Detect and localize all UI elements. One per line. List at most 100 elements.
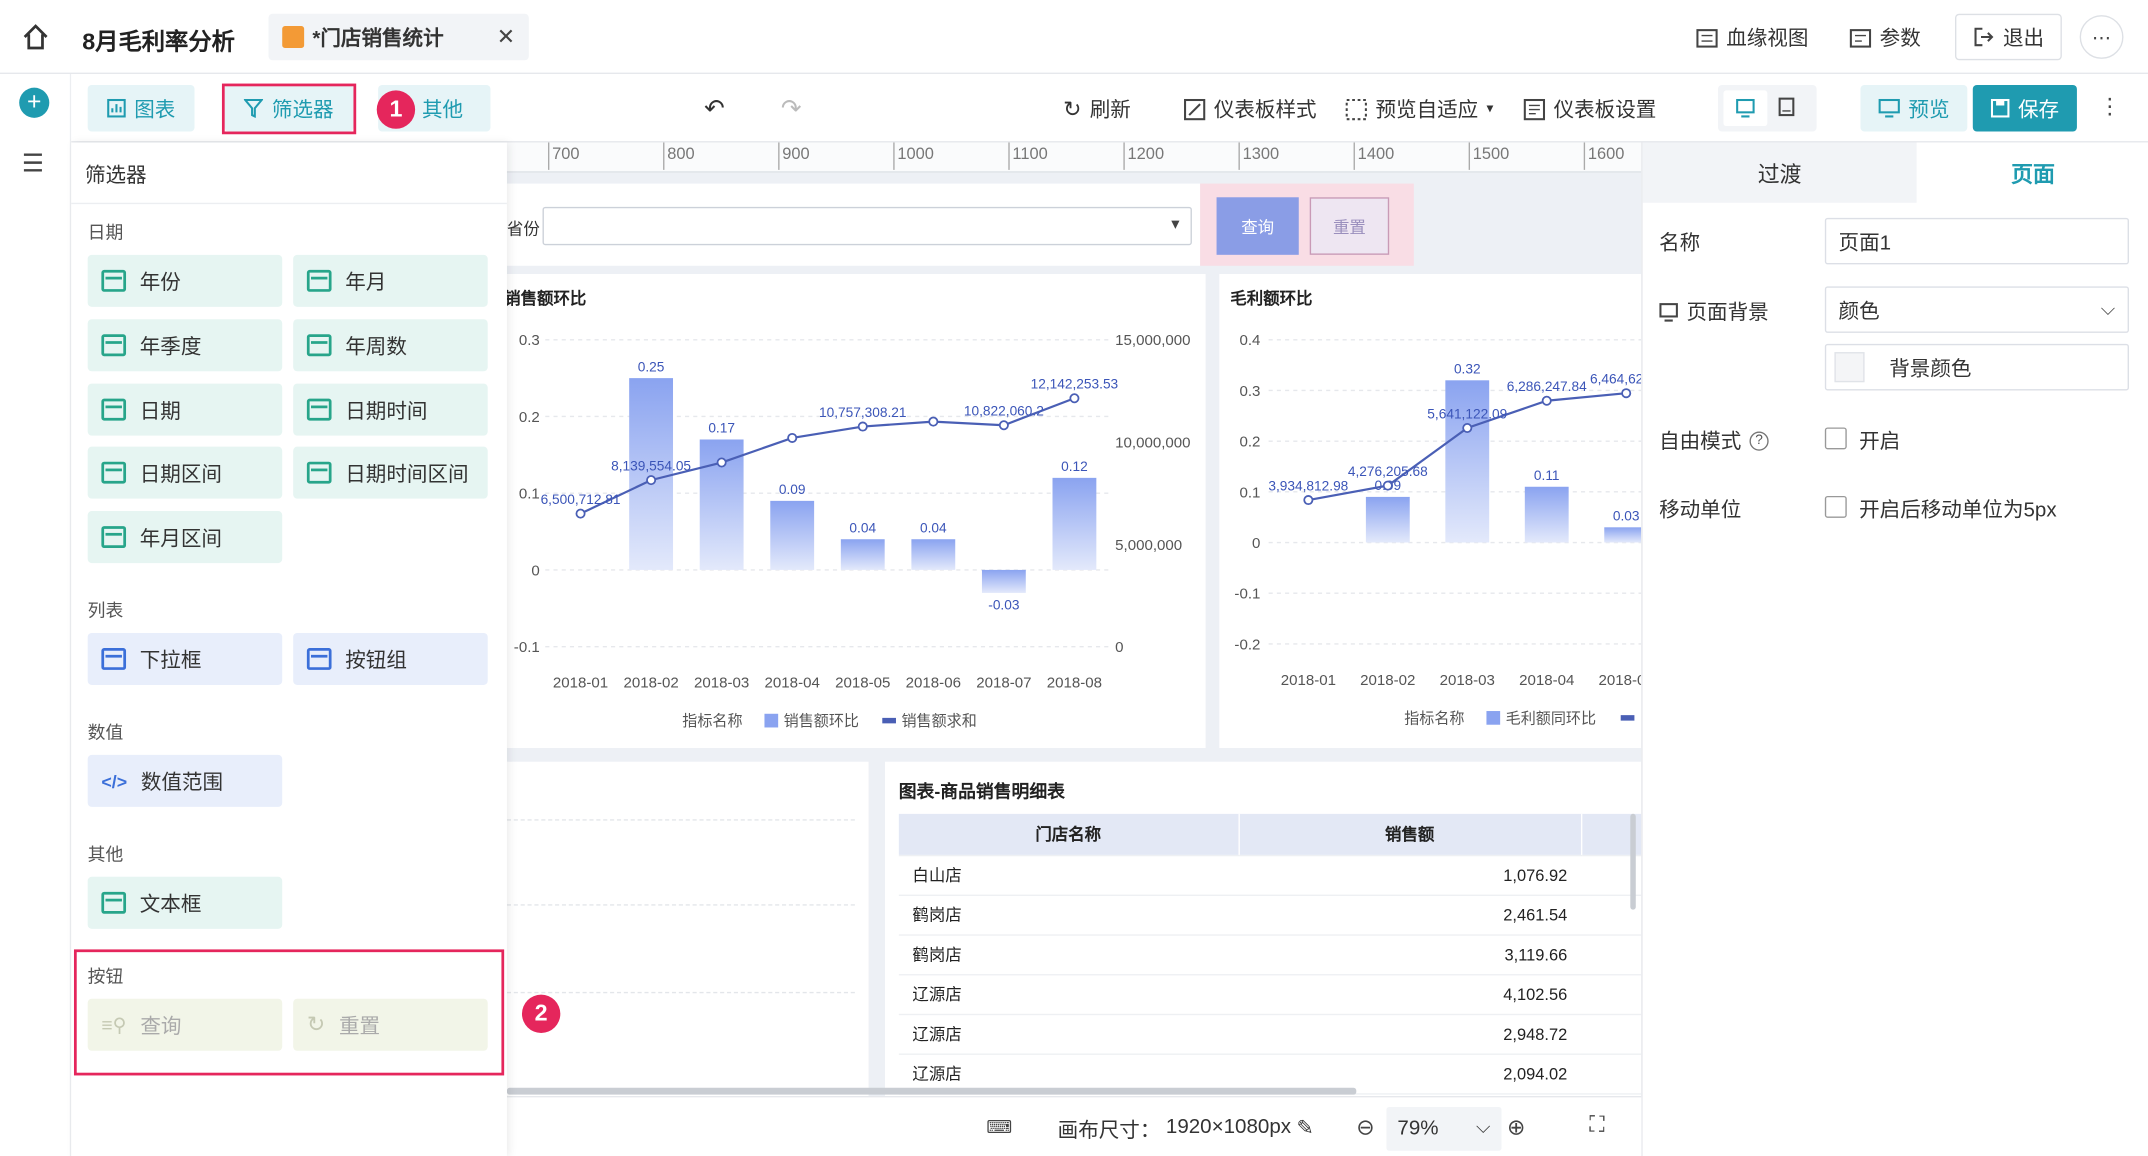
redo-icon[interactable]: ↷ — [781, 95, 802, 124]
tab-store-sales[interactable]: *门店销售统计 ✕ — [268, 13, 529, 61]
tab-page[interactable]: 页面 — [1917, 142, 2148, 202]
filter-item-year[interactable]: 年份 — [87, 254, 283, 307]
more-icon[interactable]: ⋯ — [2079, 15, 2124, 59]
dashboard-settings-label: 仪表板设置 — [1553, 98, 1657, 122]
tab-chart[interactable]: 图表 — [87, 84, 195, 132]
table-row[interactable]: 辽源店 4,102.56 — [898, 974, 1642, 1015]
y2-tick-label: 10,000,000 — [1115, 435, 1190, 452]
table-row[interactable]: 白山店 1,076.92 — [898, 854, 1642, 896]
exit-button[interactable]: 退出 — [1954, 13, 2062, 61]
undo-icon[interactable]: ↶ — [704, 95, 725, 124]
ruler-tick: 900 — [778, 142, 810, 170]
x-tick-label: 2018-03 — [1440, 672, 1495, 689]
table-row[interactable]: 辽源店 2,948.72 — [898, 1013, 1642, 1055]
desktop-icon[interactable] — [1723, 90, 1768, 127]
lineage-view-button[interactable]: 血缘视图 — [1696, 23, 1808, 52]
tab-transition[interactable]: 过渡 — [1642, 142, 1917, 203]
save-button[interactable]: 保存 — [1972, 84, 2077, 132]
bar — [981, 569, 1026, 593]
add-component-icon[interactable]: + — [19, 87, 50, 118]
filter-item-year-month[interactable]: 年月 — [293, 254, 488, 307]
calendar-icon — [306, 334, 332, 357]
preview-fit-dropdown[interactable]: 预览自适应 ▾ — [1345, 95, 1493, 124]
filter-item-label: 年份 — [139, 270, 181, 294]
page-name-input[interactable]: 页面1 — [1824, 217, 2129, 265]
ruler-tick: 800 — [663, 142, 695, 170]
zoom-out-icon[interactable]: ⊖ — [1356, 1114, 1374, 1141]
x-tick-label: 2018-06 — [906, 675, 961, 692]
preview-button[interactable]: 预览 — [1860, 84, 1968, 132]
filter-item-number-range[interactable]: </> 数值范围 — [87, 754, 283, 807]
table-row[interactable]: 鹤岗店 2,461.54 — [898, 894, 1642, 936]
device-switch — [1717, 84, 1817, 132]
edit-icon[interactable]: ✎ — [1297, 1115, 1314, 1144]
preview-label: 预览 — [1908, 97, 1950, 122]
line-point — [1303, 495, 1314, 506]
ruler-tick: 1500 — [1468, 142, 1509, 170]
page-bg-label: 页面背景 — [1659, 297, 1769, 326]
more-vertical-icon[interactable]: ⋮ — [2099, 93, 2121, 120]
table-scrollbar[interactable] — [1630, 813, 1636, 910]
bg-color-picker[interactable]: 背景颜色 — [1824, 343, 2129, 391]
zoom-value: 79% — [1397, 1116, 1439, 1140]
close-icon[interactable]: ✕ — [497, 23, 515, 50]
zoom-select[interactable]: 79% ⌵ — [1386, 1106, 1502, 1151]
help-icon[interactable]: ? — [1749, 430, 1769, 451]
filter-item-year-month-range[interactable]: 年月区间 — [87, 511, 283, 564]
filter-item-date[interactable]: 日期 — [87, 383, 283, 436]
filter-item-datetime-range[interactable]: 日期时间区间 — [293, 446, 488, 499]
line-point — [928, 416, 939, 427]
bar-data-label: 0.12 — [1061, 459, 1088, 474]
filter-item-dropdown[interactable]: 下拉框 — [87, 632, 283, 685]
header-sales[interactable]: 销售额 — [1238, 813, 1582, 856]
filter-item-label: 年月 — [345, 270, 387, 294]
table-row[interactable]: 鹤岗店 3,119.66 — [898, 934, 1642, 975]
canvas-reset-button[interactable]: 重置 — [1309, 197, 1390, 255]
filter-item-textbox[interactable]: 文本框 — [87, 876, 283, 929]
bar — [1604, 527, 1642, 543]
home-icon[interactable] — [22, 23, 49, 50]
y-tick-label: -0.1 — [514, 639, 540, 656]
y2-tick-label: 15,000,000 — [1115, 332, 1190, 349]
canvas-h-scrollbar[interactable] — [506, 1087, 1357, 1095]
free-mode-checkbox[interactable] — [1824, 427, 1847, 450]
dashboard-style-button[interactable]: 仪表板样式 — [1184, 95, 1317, 124]
zoom-in-icon[interactable]: ⊕ — [1507, 1114, 1525, 1141]
bar — [911, 539, 956, 570]
preview-icon — [1878, 98, 1900, 118]
top-bar: 8月毛利率分析 *门店销售统计 ✕ 血缘视图 参数 退出 ⋯ — [0, 0, 2148, 74]
move-unit-checkbox[interactable] — [1824, 495, 1847, 518]
line-data-label: 6,286,247.84 — [1507, 379, 1587, 394]
step-badge-1: 1 — [376, 90, 416, 129]
y-tick-label: 0.4 — [1239, 332, 1260, 349]
page-bg-select[interactable]: 颜色 ⌵ — [1824, 286, 2129, 333]
calendar-clock-icon — [306, 461, 332, 484]
cell-sales: 2,948.72 — [1238, 1013, 1581, 1055]
params-icon — [1849, 28, 1872, 47]
fit-icon — [1345, 98, 1367, 120]
dashboard-settings-button[interactable]: 仪表板设置 — [1523, 95, 1656, 124]
fit-screen-icon[interactable]: ⛶ — [1589, 1114, 1604, 1139]
y-tick-label: 0.2 — [519, 409, 540, 426]
filter-item-button-group[interactable]: 按钮组 — [293, 632, 488, 685]
mobile-icon[interactable] — [1778, 97, 1795, 123]
product-sales-table-card: 图表-商品销售明细表 门店名称 销售额 白山店 1,076.92 鹤岗店 2,461.… — [885, 761, 1642, 1096]
filter-item-date-range[interactable]: 日期区间 — [87, 446, 283, 499]
free-mode-label-text: 自由模式 — [1659, 430, 1742, 454]
legend-swatch — [1486, 711, 1501, 725]
filter-item-datetime[interactable]: 日期时间 — [293, 383, 488, 436]
y-tick-label: 0.1 — [519, 486, 540, 503]
properties-panel: 过渡 页面 名称 页面1 页面背景 颜色 ⌵ 背景颜色 自由模式 ? 开启 移动… — [1641, 142, 2148, 1156]
filter-item-year-quarter[interactable]: 年季度 — [87, 319, 283, 372]
filter-item-year-week[interactable]: 年周数 — [293, 319, 488, 372]
keyboard-icon[interactable]: ⌨ — [986, 1117, 1012, 1139]
province-select[interactable]: ▾ — [542, 206, 1192, 246]
params-button[interactable]: 参数 — [1849, 23, 1921, 52]
canvas-query-button[interactable]: 查询 — [1216, 197, 1299, 255]
report-title: 8月毛利率分析 — [82, 28, 235, 55]
refresh-button[interactable]: ↻ 刷新 — [1063, 95, 1131, 124]
outline-list-icon[interactable]: ☰ — [22, 149, 44, 178]
header-store-name[interactable]: 门店名称 — [898, 813, 1240, 856]
color-swatch[interactable] — [1834, 352, 1865, 383]
caret-down-icon: ▾ — [1486, 101, 1494, 117]
